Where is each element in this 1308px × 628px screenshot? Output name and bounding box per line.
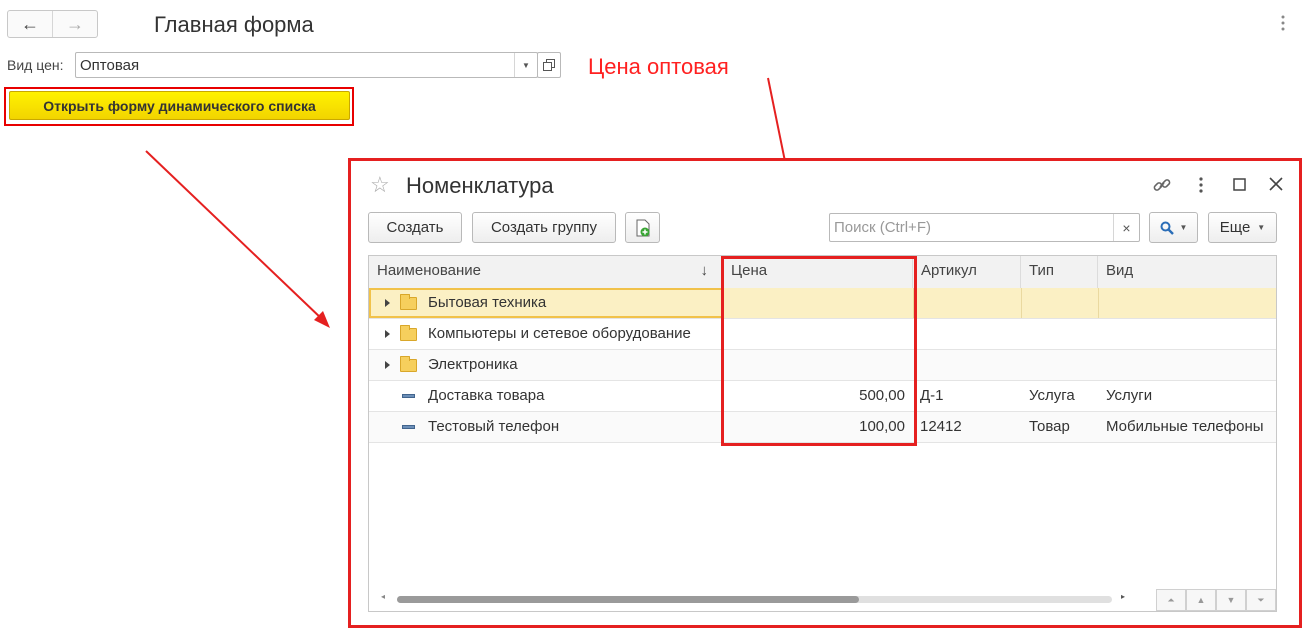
- folder-icon: [400, 325, 417, 341]
- column-header-name[interactable]: Наименование ↓: [369, 256, 723, 288]
- row-name: Тестовый телефон: [428, 418, 560, 435]
- row-kind: Мобильные телефоны: [1106, 418, 1264, 435]
- horizontal-scrollbar[interactable]: ◂ ▸: [375, 586, 1135, 606]
- search-icon: [1160, 221, 1174, 235]
- folder-icon: [400, 294, 417, 310]
- expand-arrow-icon[interactable]: [385, 299, 390, 307]
- add-document-icon: [636, 219, 649, 236]
- create-group-button[interactable]: Создать группу: [472, 212, 616, 243]
- maximize-icon[interactable]: [1233, 178, 1246, 196]
- item-icon: [402, 394, 415, 398]
- item-icon: [402, 425, 415, 429]
- star-icon[interactable]: ☆: [370, 172, 390, 198]
- create-copy-button[interactable]: [625, 212, 660, 243]
- row-kind: Услуги: [1106, 387, 1153, 404]
- scroll-left-icon[interactable]: ◂: [381, 592, 385, 601]
- more-label: Еще: [1219, 219, 1251, 236]
- clear-search-icon[interactable]: ×: [1113, 214, 1139, 241]
- sort-arrow-icon: ↓: [700, 262, 709, 279]
- link-icon[interactable]: [1152, 175, 1172, 200]
- row-article: Д-1: [920, 387, 944, 404]
- scroll-thumb[interactable]: [397, 596, 859, 603]
- column-header-type[interactable]: Тип: [1021, 256, 1098, 288]
- more-button[interactable]: Еще ▼: [1208, 212, 1277, 243]
- row-name: Бытовая техника: [428, 294, 547, 311]
- folder-icon: [400, 356, 417, 372]
- close-icon[interactable]: [1269, 177, 1283, 196]
- scroll-up-icon[interactable]: ▲: [1186, 589, 1216, 611]
- column-header-kind[interactable]: Вид: [1098, 256, 1276, 288]
- create-button[interactable]: Создать: [368, 212, 462, 243]
- chevron-down-icon: ▼: [1179, 223, 1188, 232]
- more-vertical-icon[interactable]: [1198, 177, 1204, 198]
- row-type: Товар: [1029, 418, 1070, 435]
- row-name: Компьютеры и сетевое оборудование: [428, 325, 691, 342]
- scroll-to-bottom-icon[interactable]: ⏷: [1246, 589, 1276, 611]
- scroll-to-top-icon[interactable]: ⏶: [1156, 589, 1186, 611]
- search-field[interactable]: Поиск (Ctrl+F) ×: [829, 213, 1140, 242]
- search-button[interactable]: ▼: [1149, 212, 1198, 243]
- scroll-right-icon[interactable]: ▸: [1121, 592, 1125, 601]
- column-header-article[interactable]: Артикул: [913, 256, 1021, 288]
- search-input[interactable]: Поиск (Ctrl+F): [830, 219, 1113, 236]
- annotation-frame-price: [721, 256, 917, 446]
- window-title: Номенклатура: [406, 173, 554, 198]
- scroll-down-icon[interactable]: ▼: [1216, 589, 1246, 611]
- row-article: 12412: [920, 418, 962, 435]
- expand-arrow-icon[interactable]: [385, 361, 390, 369]
- column-header-label: Наименование: [377, 262, 481, 279]
- row-name: Доставка товара: [428, 387, 545, 404]
- row-type: Услуга: [1029, 387, 1075, 404]
- chevron-down-icon: ▼: [1257, 223, 1266, 232]
- expand-arrow-icon[interactable]: [385, 330, 390, 338]
- row-name: Электроника: [428, 356, 518, 373]
